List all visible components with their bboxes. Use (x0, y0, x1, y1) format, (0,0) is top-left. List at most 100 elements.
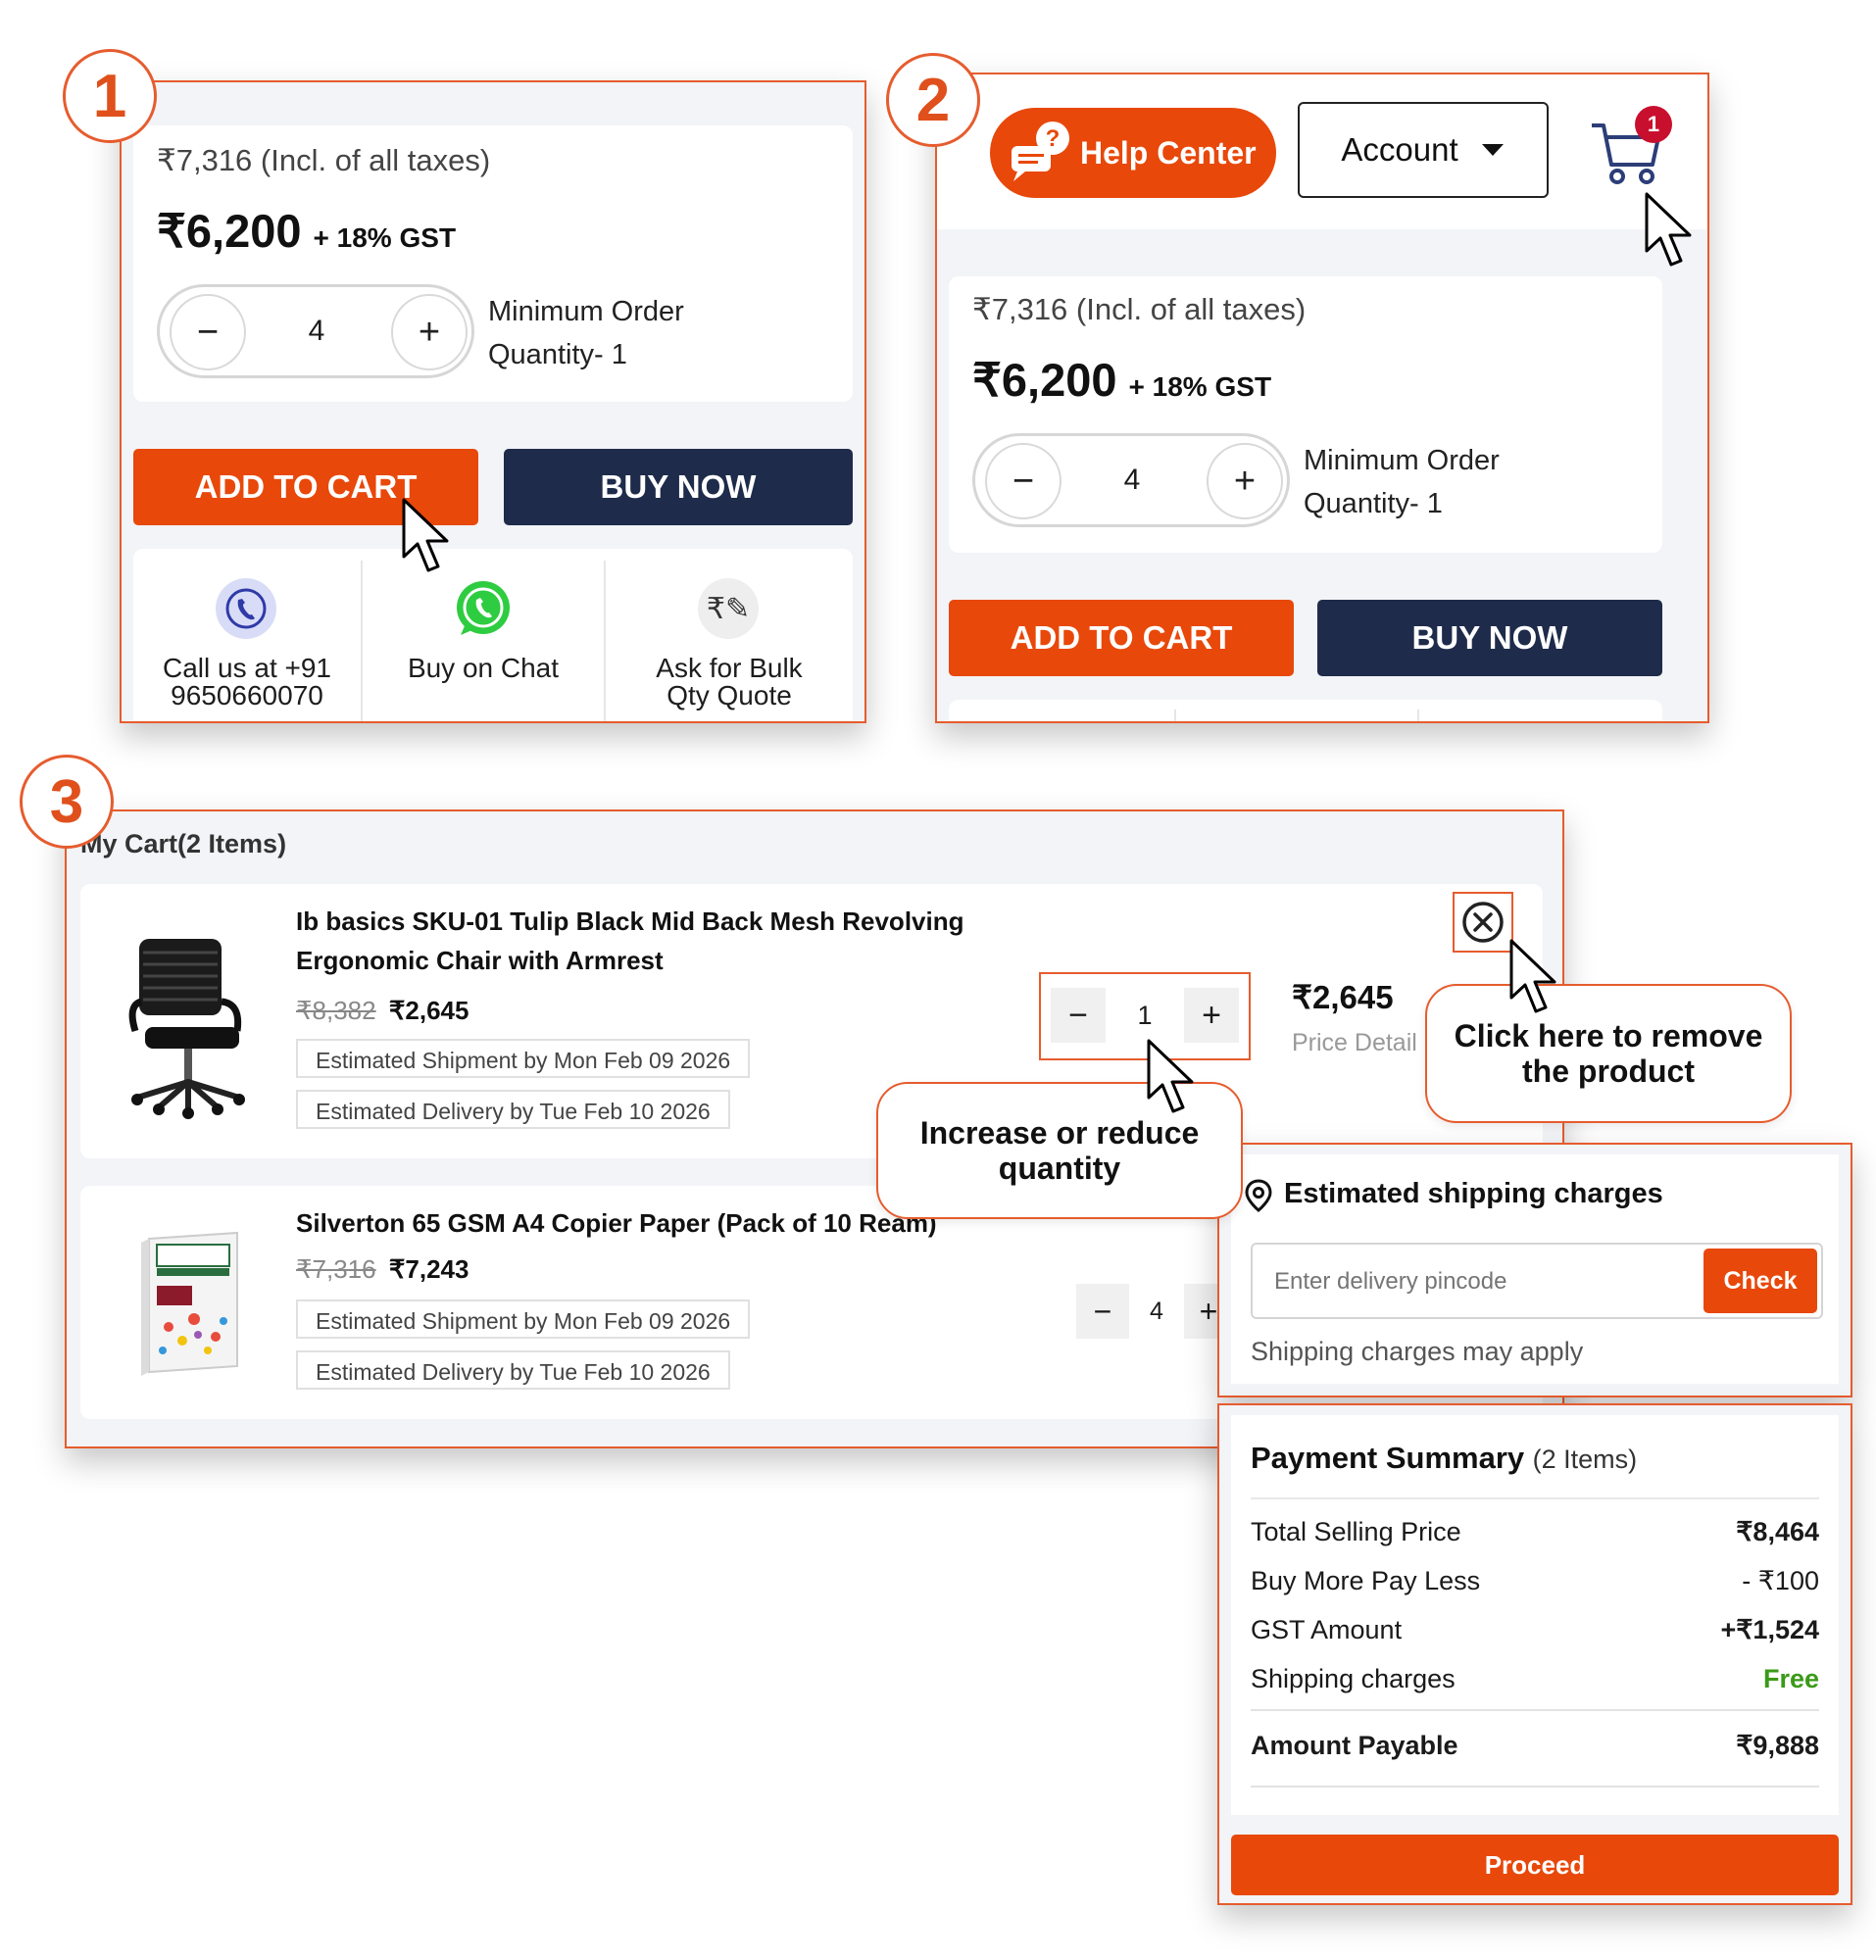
mouse-cursor-icon (1147, 1039, 1194, 1113)
selling-price: ₹7,243 (388, 1254, 469, 1284)
account-label: Account (1341, 131, 1458, 168)
summary-row-shipping: Shipping charges Free (1251, 1664, 1819, 1693)
shipment-estimate: Estimated Shipment by Mon Feb 09 2026 (296, 1039, 751, 1078)
shipping-title: Estimated shipping charges (1284, 1178, 1663, 1209)
check-button[interactable]: Check (1703, 1249, 1817, 1313)
delivery-estimate: Estimated Delivery by Tue Feb 10 2026 (296, 1090, 730, 1129)
price: ₹6,200 (157, 205, 302, 257)
summary-row-payable: Amount Payable ₹9,888 (1251, 1731, 1819, 1760)
quantity-stepper[interactable]: − 4 + (972, 433, 1290, 527)
minimum-order-quantity: Minimum Order Quantity- 1 (488, 290, 684, 376)
mrp-price: ₹7,316 (296, 1254, 376, 1284)
rupee-edit-icon[interactable]: ₹✎ (698, 578, 759, 639)
summary-header: Payment Summary (2 Items) (1251, 1441, 1637, 1476)
step-badge-3: 3 (20, 755, 114, 849)
contact-options (949, 700, 1662, 721)
product-name[interactable]: Ib basics SKU-01 Tulip Black Mid Back Me… (296, 902, 963, 980)
product-panel-1: ₹7,316 (Incl. of all taxes) ₹6,200 + 18% … (120, 80, 866, 723)
moq-line2: Quantity- 1 (488, 339, 627, 370)
close-circle-icon (1462, 902, 1504, 943)
quantity-value: 4 (1123, 464, 1141, 496)
increase-quantity-button[interactable]: + (1184, 988, 1239, 1043)
increase-quantity-button[interactable]: + (1207, 443, 1283, 519)
delivery-estimate: Estimated Delivery by Tue Feb 10 2026 (296, 1350, 730, 1390)
help-center-label: Help Center (1080, 134, 1257, 171)
minimum-order-quantity: Minimum Order Quantity- 1 (1304, 439, 1500, 525)
proceed-button[interactable]: Proceed (1231, 1835, 1839, 1895)
item-prices: ₹8,382 ₹2,645 (296, 996, 469, 1026)
help-chat-icon: ? (1012, 122, 1069, 181)
help-center-button[interactable]: ? Help Center (990, 108, 1276, 198)
divider (1251, 1786, 1819, 1788)
price-incl-taxes: ₹7,316 (Incl. of all taxes) (972, 292, 1307, 326)
shipping-note: Shipping charges may apply (1251, 1337, 1584, 1366)
cart-item: Ib basics SKU-01 Tulip Black Mid Back Me… (80, 884, 1543, 1158)
quantity-stepper-highlighted[interactable]: − 1 + (1039, 972, 1251, 1060)
mouse-cursor-icon (402, 498, 449, 572)
whatsapp-icon[interactable] (453, 578, 514, 639)
mouse-cursor-icon (1509, 939, 1556, 1013)
product-name[interactable]: Silverton 65 GSM A4 Copier Paper (Pack o… (296, 1203, 937, 1243)
caret-down-icon (1481, 144, 1504, 156)
shipping-panel: Estimated shipping charges Check Shippin… (1217, 1143, 1852, 1397)
summary-count: (2 Items) (1532, 1445, 1638, 1474)
buy-on-chat-label[interactable]: Buy on Chat (363, 655, 604, 682)
price-block: ₹6,200 + 18% GST (157, 204, 456, 259)
step-badge-1: 1 (63, 49, 157, 143)
summary-title: Payment Summary (1251, 1441, 1525, 1475)
moq-line1: Minimum Order (488, 296, 684, 327)
call-us-label[interactable]: Call us at +91 9650660070 (133, 655, 361, 710)
quantity-stepper[interactable]: − 4 + (157, 284, 474, 378)
quantity-value: 4 (308, 315, 325, 347)
item-prices: ₹7,316 ₹7,243 (296, 1254, 469, 1285)
office-chair-image (128, 939, 245, 1119)
divider (361, 561, 363, 721)
pincode-field[interactable]: Check (1251, 1243, 1823, 1319)
contact-options: Call us at +91 9650660070 Buy on Chat ₹✎… (133, 549, 853, 721)
product-panel-2: ? Help Center Account 1 ₹7,316 (Incl. of… (935, 73, 1709, 723)
remove-callout: Click here to remove the product (1425, 984, 1792, 1123)
increase-quantity-button[interactable]: + (391, 294, 468, 370)
decrease-quantity-button[interactable]: − (1076, 1284, 1129, 1339)
payment-summary-panel: Payment Summary (2 Items) (1217, 1403, 1852, 1905)
selling-price: ₹2,645 (388, 996, 469, 1025)
cart-count-badge: 1 (1635, 106, 1672, 143)
divider (1251, 1709, 1819, 1711)
price-card: ₹7,316 (Incl. of all taxes) ₹6,200 + 18% … (133, 125, 853, 402)
decrease-quantity-button[interactable]: − (170, 294, 246, 370)
mouse-cursor-icon (1645, 192, 1692, 267)
mrp-price: ₹8,382 (296, 996, 376, 1025)
shipment-estimate: Estimated Shipment by Mon Feb 09 2026 (296, 1299, 751, 1339)
add-to-cart-button[interactable]: ADD TO CART (949, 600, 1294, 676)
remove-product-button[interactable] (1453, 892, 1513, 953)
cart-title: My Cart(2 Items) (80, 829, 287, 858)
price: ₹6,200 (972, 354, 1117, 406)
gst-label: + 18% GST (313, 222, 457, 253)
moq-line1: Minimum Order (1304, 445, 1500, 476)
bulk-quote-label[interactable]: Ask for Bulk Qty Quote (606, 655, 853, 710)
account-dropdown[interactable]: Account (1298, 102, 1549, 198)
decrease-quantity-button[interactable]: − (1051, 988, 1106, 1043)
cart-button[interactable]: 1 (1588, 106, 1676, 196)
phone-icon[interactable] (216, 578, 276, 639)
price-block: ₹6,200 + 18% GST (972, 353, 1271, 408)
moq-line2: Quantity- 1 (1304, 488, 1443, 519)
shipping-card: Estimated shipping charges Check Shippin… (1231, 1154, 1839, 1384)
item-total: ₹2,645 (1292, 979, 1394, 1015)
divider (1251, 1497, 1819, 1499)
copier-paper-image (141, 1231, 238, 1376)
gst-label: + 18% GST (1128, 371, 1272, 402)
summary-row-total-selling: Total Selling Price ₹8,464 (1251, 1517, 1819, 1546)
svg-text:?: ? (1046, 125, 1061, 152)
decrease-quantity-button[interactable]: − (985, 443, 1061, 519)
price-detail-link[interactable]: Price Detail (1292, 1029, 1417, 1057)
summary-row-gst: GST Amount +₹1,524 (1251, 1615, 1819, 1644)
quantity-stepper[interactable]: − 4 + (1076, 1284, 1233, 1339)
divider (1417, 710, 1419, 721)
quantity-value: 4 (1150, 1297, 1163, 1325)
pincode-input[interactable] (1272, 1262, 1668, 1301)
price-card: ₹7,316 (Incl. of all taxes) ₹6,200 + 18% … (949, 276, 1662, 553)
buy-now-button[interactable]: BUY NOW (1317, 600, 1662, 676)
buy-now-button[interactable]: BUY NOW (504, 449, 853, 525)
summary-row-buy-more: Buy More Pay Less - ₹100 (1251, 1566, 1819, 1595)
